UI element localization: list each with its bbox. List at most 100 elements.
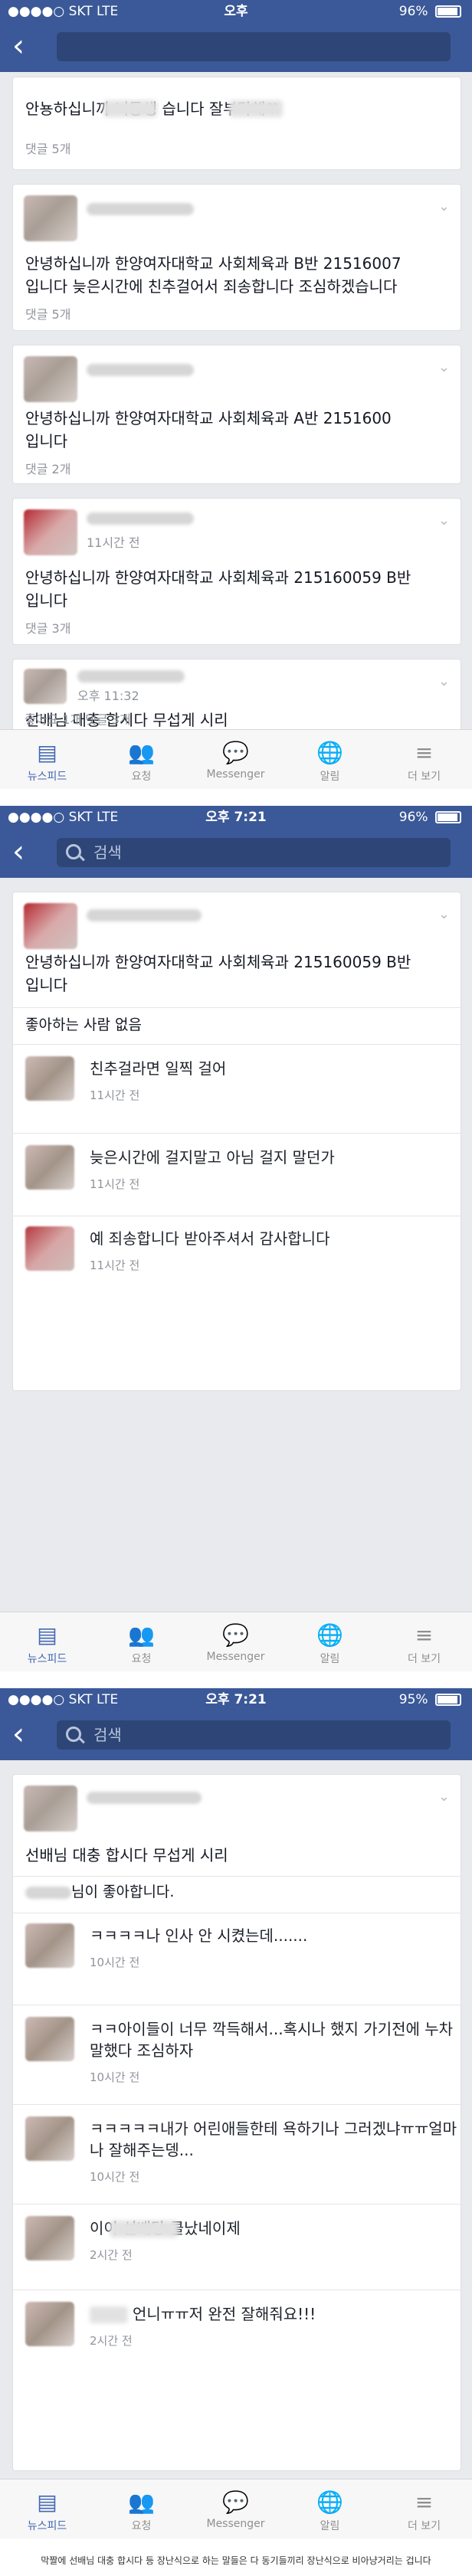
chevron-down-icon[interactable]: ⌄ bbox=[438, 673, 450, 689]
comment-count[interactable]: 댓글 5개 bbox=[25, 304, 70, 322]
post-text: 안녕하십니까 한양여자대학교 사회체육과 A반 2151600 입니다 bbox=[25, 409, 392, 450]
post-text: 안녕하십니까 한양여자대학교 사회체육과 215160059 B반 입니다 bbox=[25, 953, 411, 994]
post-card[interactable]: 11시간 전 ⌄ 안녕하십니까 한양여자대학교 사회체육과 215160059 … bbox=[12, 498, 461, 645]
back-arrow-icon[interactable]: ‹ bbox=[12, 31, 43, 63]
chevron-down-icon[interactable]: ⌄ bbox=[438, 359, 450, 375]
avatar[interactable] bbox=[25, 1145, 74, 1190]
avatar[interactable] bbox=[25, 2216, 74, 2260]
divider bbox=[13, 1007, 461, 1008]
battery-indicator: 96% bbox=[399, 806, 461, 829]
tab-newsfeed[interactable]: ▤ 뉴스피드 bbox=[0, 730, 94, 789]
comment-text: 예 죄송합니다 받아주셔서 감사합니다 bbox=[90, 1229, 330, 1248]
tab-notifications[interactable]: 🌐 알림 bbox=[283, 1612, 377, 1671]
avatar[interactable] bbox=[25, 1226, 74, 1271]
comment-count[interactable]: 댓글 2개 bbox=[25, 459, 70, 477]
author-name-redacted bbox=[87, 1792, 202, 1804]
comment-time: 11시간 전 bbox=[90, 1177, 140, 1191]
divider bbox=[13, 2104, 461, 2105]
avatar[interactable] bbox=[24, 669, 67, 704]
comment-text: ㅋㅋㅋㅋ나 인사 안 시켰는데....... bbox=[90, 1926, 308, 1945]
divider bbox=[13, 1044, 461, 1045]
liker-name-redacted bbox=[25, 1887, 71, 1899]
avatar[interactable] bbox=[25, 1923, 74, 1968]
tab-messenger[interactable]: 💬 Messenger bbox=[188, 2479, 283, 2538]
avatar[interactable] bbox=[24, 195, 77, 241]
search-icon bbox=[66, 844, 81, 859]
chevron-down-icon[interactable]: ⌄ bbox=[438, 1789, 450, 1805]
comment-text: 친추걸라면 일찍 걸어 bbox=[90, 1059, 227, 1078]
messenger-icon: 💬 bbox=[222, 1622, 249, 1648]
battery-percent: 96% bbox=[398, 4, 428, 19]
comment-time: 11시간 전 bbox=[90, 1259, 140, 1272]
tab-notifications[interactable]: 🌐 알림 bbox=[283, 730, 377, 789]
avatar[interactable] bbox=[24, 1786, 77, 1831]
tab-bar: ▤ 뉴스피드 👥 요청 💬 Messenger 🌐 알림 ≡ 더 보기 bbox=[0, 2479, 472, 2538]
chevron-down-icon[interactable]: ⌄ bbox=[438, 198, 450, 214]
avatar[interactable] bbox=[24, 509, 77, 555]
tab-notifications[interactable]: 🌐 알림 bbox=[283, 2479, 377, 2538]
avatar[interactable] bbox=[25, 2017, 74, 2061]
comment-time: 10시간 전 bbox=[90, 1956, 140, 1969]
author-name-redacted bbox=[87, 203, 194, 215]
newsfeed-icon: ▤ bbox=[37, 740, 57, 765]
post-card[interactable]: ⌄ 안녕하십니까 한양여자대학교 사회체육과 A반 2151600 입니다 댓글… bbox=[12, 345, 461, 484]
search-placeholder: 검색 bbox=[93, 843, 122, 862]
tab-requests[interactable]: 👥 요청 bbox=[94, 730, 188, 789]
messenger-icon: 💬 bbox=[222, 740, 249, 765]
menu-icon: ≡ bbox=[415, 740, 434, 765]
comment-time: 2시간 전 bbox=[90, 2334, 133, 2348]
comment-item: ㅋㅋㅋㅋㅋ내가 어린애들한테 욕하기나 그러겠냐ㅠㅠ얼마 나 잘해주는뎅... … bbox=[25, 2116, 461, 2201]
avatar[interactable] bbox=[24, 356, 77, 402]
likes-summary[interactable]: 님이 좋아합니다. bbox=[71, 1880, 174, 1903]
avatar[interactable] bbox=[25, 1056, 74, 1101]
tab-messenger[interactable]: 💬 Messenger bbox=[188, 1612, 283, 1671]
tab-more[interactable]: ≡ 더 보기 bbox=[377, 730, 471, 789]
avatar[interactable] bbox=[25, 2302, 74, 2346]
status-bar: ●●●●○ SKT LTE 오후 96% bbox=[0, 0, 472, 23]
friend-requests-icon: 👥 bbox=[128, 1622, 155, 1648]
tab-newsfeed[interactable]: ▤ 뉴스피드 bbox=[0, 2479, 94, 2538]
comment-item: 늦은시간에 걸지말고 아님 걸지 말던가 11시간 전 bbox=[25, 1145, 461, 1214]
back-arrow-icon[interactable]: ‹ bbox=[12, 1719, 43, 1751]
search-placeholder: 검색 bbox=[93, 1726, 122, 1744]
divider bbox=[13, 1876, 461, 1877]
friend-requests-icon: 👥 bbox=[128, 2489, 155, 2515]
likes-summary[interactable]: 좋아하는 사람 없음 bbox=[25, 1013, 142, 1036]
search-input[interactable]: 검색 bbox=[57, 838, 451, 867]
battery-icon bbox=[435, 5, 461, 18]
nav-bar: ‹ 검색 bbox=[0, 1711, 472, 1760]
status-bar: ●●●●○ SKT LTE 오후 7:21 96% bbox=[0, 806, 472, 829]
friend-requests-icon: 👥 bbox=[128, 740, 155, 765]
author-name-redacted bbox=[87, 909, 202, 921]
back-arrow-icon[interactable]: ‹ bbox=[12, 836, 43, 869]
post-card[interactable]: 안뇽하십니까 니동생 습니다 잘부탁해♥ 댓글 5개 bbox=[12, 77, 461, 170]
battery-indicator: 96% bbox=[399, 0, 461, 23]
post-text: 선배님 대충 합시다 무섭게 시리 bbox=[25, 1846, 228, 1864]
author-name-redacted bbox=[77, 670, 185, 682]
search-input[interactable] bbox=[57, 32, 451, 61]
author-name-redacted bbox=[87, 364, 194, 376]
avatar[interactable] bbox=[24, 903, 77, 949]
newsfeed-icon: ▤ bbox=[37, 1622, 57, 1648]
comment-count[interactable]: 댓글 3개 bbox=[25, 618, 70, 637]
newsfeed-icon: ▤ bbox=[37, 2489, 57, 2515]
chevron-down-icon[interactable]: ⌄ bbox=[438, 512, 450, 529]
search-input[interactable]: 검색 bbox=[57, 1720, 451, 1750]
tab-more[interactable]: ≡ 더 보기 bbox=[377, 2479, 471, 2538]
redaction bbox=[229, 100, 283, 117]
tab-requests[interactable]: 👥 요청 bbox=[94, 2479, 188, 2538]
comment-count[interactable]: 댓글 5개 bbox=[25, 139, 70, 157]
post-card[interactable]: ⌄ 안녕하십니까 한양여자대학교 사회체육과 B반 21516007 입니다 늦… bbox=[12, 184, 461, 331]
messenger-icon: 💬 bbox=[222, 2489, 249, 2515]
redaction bbox=[90, 2306, 128, 2323]
status-bar: ●●●●○ SKT LTE 오후 7:21 95% bbox=[0, 1688, 472, 1711]
redaction bbox=[110, 2221, 179, 2237]
tab-requests[interactable]: 👥 요청 bbox=[94, 1612, 188, 1671]
tab-messenger[interactable]: 💬 Messenger bbox=[188, 730, 283, 789]
comment-item: ㅋㅋ아이들이 너무 깍득해서...혹시나 했지 가기전에 누차 말했다 조심하자… bbox=[25, 2017, 461, 2101]
tab-more[interactable]: ≡ 더 보기 bbox=[377, 1612, 471, 1671]
tab-newsfeed[interactable]: ▤ 뉴스피드 bbox=[0, 1612, 94, 1671]
chevron-down-icon[interactable]: ⌄ bbox=[438, 906, 450, 922]
battery-percent: 95% bbox=[398, 1692, 428, 1707]
avatar[interactable] bbox=[25, 2116, 74, 2161]
